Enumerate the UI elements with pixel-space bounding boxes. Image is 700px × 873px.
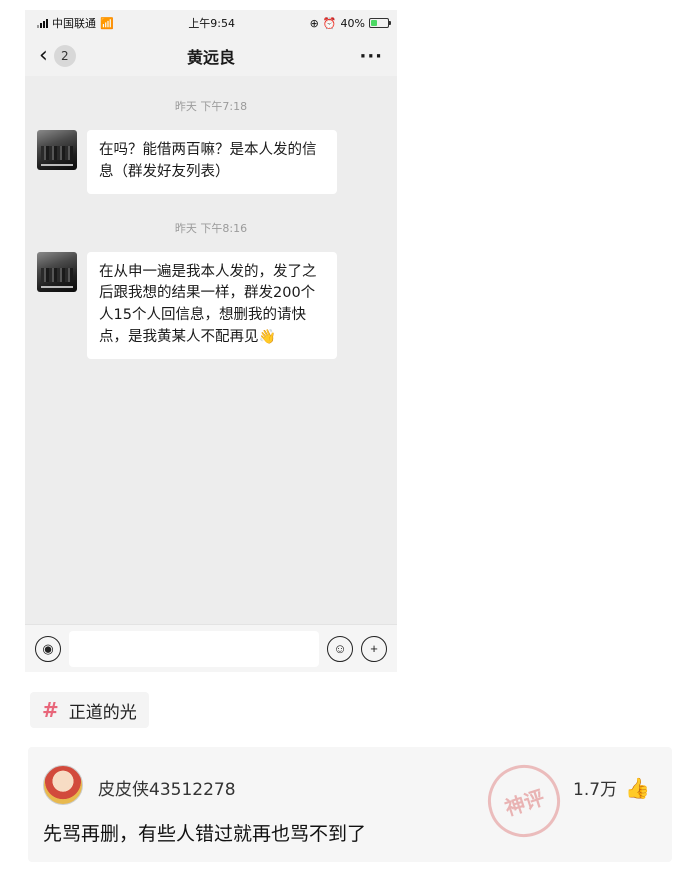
avatar[interactable] (37, 130, 77, 170)
comment-card: 皮皮侠43512278 神评 1.7万 👍 先骂再删，有些人错过就再也骂不到了 (28, 747, 672, 862)
wave-icon: 👋 (258, 328, 276, 345)
message-timestamp: 昨天 下午7:18 (174, 100, 248, 113)
message-text: 在从申一遍是我本人发的，发了之后跟我想的结果一样，群发200个人15个人回信息，… (99, 263, 317, 345)
message-input[interactable] (69, 630, 319, 667)
message-timestamp: 昨天 下午8:16 (174, 221, 248, 235)
like-count-value: 1.7万 (573, 780, 618, 800)
phone-screenshot: 中国联通 📶 上午9:54 ⊕ ⏰ 40% ‹ 2 黄远良 ··· 昨天 下午7… (25, 10, 397, 672)
chat-title: 黄远良 (186, 48, 235, 67)
message-row: 在吗？能借两百嘛？是本人发的信息（群发好友列表） (37, 130, 385, 194)
topic-tag[interactable]: # 正道的光 (30, 692, 149, 728)
like-count: 1.7万 👍 (573, 775, 650, 801)
wifi-icon: 📶 (100, 16, 114, 30)
hash-icon: # (42, 698, 59, 722)
message-row: 在从申一遍是我本人发的，发了之后跟我想的结果一样，群发200个人15个人回信息，… (37, 251, 385, 359)
commenter-username[interactable]: 皮皮侠43512278 (98, 775, 236, 800)
chevron-left-icon: ‹ (39, 43, 48, 68)
thumbs-up-icon[interactable]: 👍 (625, 776, 650, 800)
status-time: 上午9:54 (188, 17, 236, 30)
message-bubble[interactable]: 在吗？能借两百嘛？是本人发的信息（群发好友列表） (87, 130, 337, 194)
signal-icon (37, 18, 48, 28)
plus-icon: + (370, 641, 378, 656)
add-button[interactable]: + (361, 635, 387, 662)
battery-percent: 40% (340, 16, 365, 30)
topic-label: 正道的光 (68, 702, 137, 723)
chat-navbar: ‹ 2 黄远良 ··· (25, 36, 397, 76)
message-text: 在吗？能借两百嘛？是本人发的信息（群发好友列表） (99, 142, 317, 180)
smiley-icon: ☺ (333, 641, 347, 656)
more-icon[interactable]: ··· (359, 46, 383, 67)
chat-area: 昨天 下午7:18 在吗？能借两百嘛？是本人发的信息（群发好友列表） 昨天 下午… (25, 98, 397, 359)
rotation-lock-icon: ⊕ (309, 16, 319, 30)
input-bar: ◉ ☺ + (25, 624, 397, 672)
alarm-icon: ⏰ (322, 16, 337, 30)
emoji-button[interactable]: ☺ (327, 635, 353, 662)
god-comment-stamp: 神评 (478, 755, 570, 847)
comment-text: 先骂再删，有些人错过就再也骂不到了 (43, 823, 367, 845)
battery-icon (369, 18, 391, 28)
avatar[interactable] (37, 251, 77, 292)
commenter-avatar[interactable] (43, 765, 83, 805)
carrier-label: 中国联通 (52, 17, 96, 30)
message-bubble[interactable]: 在从申一遍是我本人发的，发了之后跟我想的结果一样，群发200个人15个人回信息，… (87, 251, 337, 359)
voice-icon: ◉ (42, 640, 54, 656)
voice-button[interactable]: ◉ (35, 635, 61, 662)
status-bar: 中国联通 📶 上午9:54 ⊕ ⏰ 40% (25, 10, 397, 36)
unread-badge: 2 (53, 45, 76, 67)
back-button[interactable]: ‹ 2 (39, 45, 76, 67)
